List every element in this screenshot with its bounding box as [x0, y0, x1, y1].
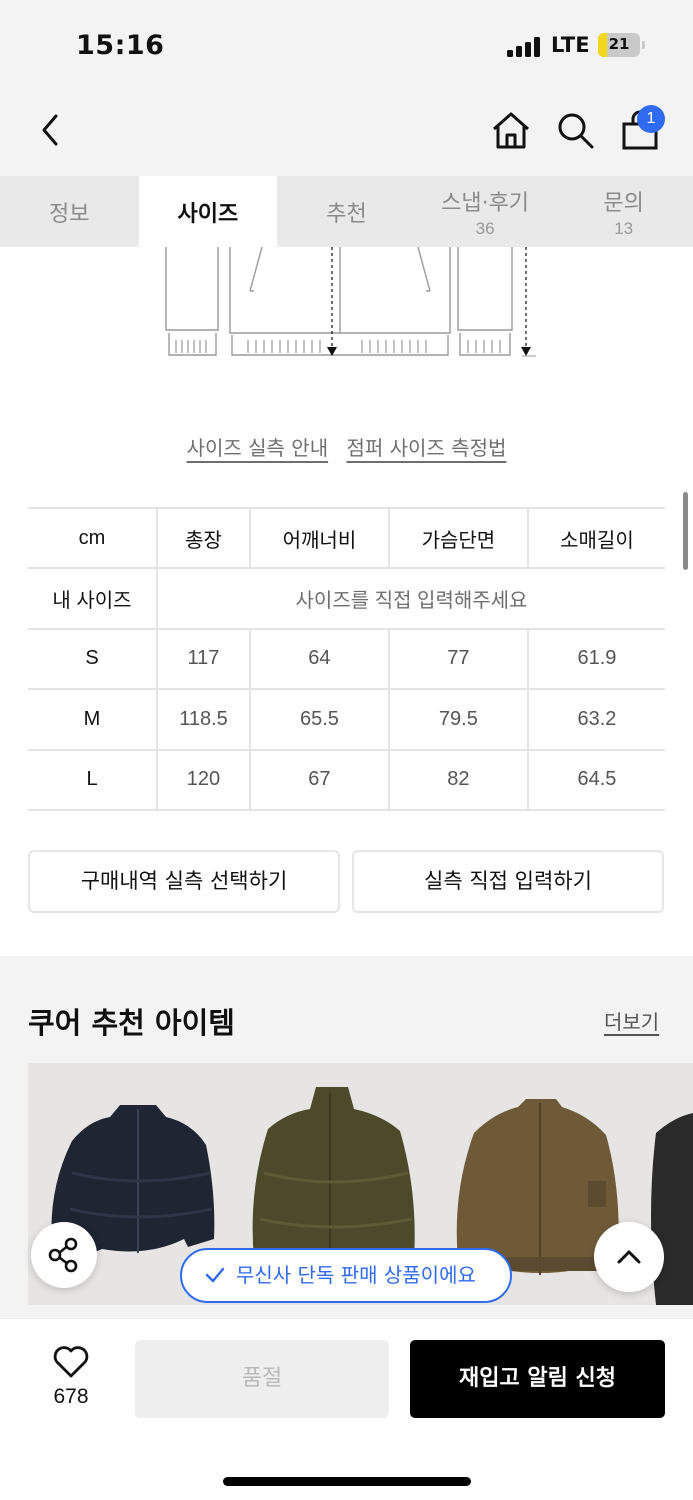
- scrollbar[interactable]: [683, 492, 688, 570]
- battery-percent: 21: [608, 35, 630, 53]
- table-row: S 117 64 77 61.9: [28, 628, 665, 691]
- search-icon[interactable]: [555, 110, 597, 152]
- check-icon: [205, 1267, 225, 1283]
- recommendation-title: 쿠어 추천 아이템: [28, 1006, 235, 1040]
- more-link[interactable]: 더보기: [604, 1006, 659, 1035]
- purchase-history-measure-button[interactable]: 구매내역 실측 선택하기: [28, 850, 340, 913]
- exclusive-text: 무신사 단독 판매 상품이에요: [236, 1263, 476, 1287]
- tab-recommend[interactable]: 추천: [277, 176, 416, 247]
- share-icon: [48, 1237, 78, 1273]
- tab-count: 13: [614, 218, 634, 238]
- table-cell: 67: [248, 749, 389, 811]
- tab-count: 36: [475, 218, 495, 238]
- jumper-measure-link[interactable]: 점퍼 사이즈 측정법: [346, 436, 506, 460]
- table-cell: 82: [387, 749, 528, 811]
- battery-nub: [642, 41, 645, 49]
- table-cell: 118.5: [156, 689, 250, 751]
- tab-label: 사이즈: [177, 201, 239, 227]
- table-header-cell: cm: [28, 506, 157, 570]
- table-cell: 64: [248, 628, 389, 691]
- chevron-up-icon: [617, 1250, 641, 1264]
- exclusive-badge: 무신사 단독 판매 상품이에요: [180, 1248, 512, 1303]
- size-guide-link[interactable]: 사이즈 실측 안내: [187, 436, 329, 460]
- table-header-cell: 어깨너비: [248, 506, 389, 570]
- table-row: M 118.5 65.5 79.5 63.2: [28, 689, 665, 751]
- size-label: L: [28, 749, 157, 811]
- table-cell: 77: [387, 628, 528, 691]
- tab-label: 추천: [326, 201, 367, 227]
- network-label: LTE: [551, 33, 590, 57]
- table-cell: 120: [156, 749, 250, 811]
- size-table: cm 총장 어깨너비 가슴단면 소매길이 내 사이즈 사이즈를 직접 입력해주세…: [28, 506, 665, 811]
- tab-label: 정보: [49, 201, 90, 227]
- cart-count-badge: 1: [637, 105, 665, 133]
- like-count: 678: [53, 1385, 89, 1408]
- scroll-to-top-button[interactable]: [594, 1222, 664, 1292]
- my-size-row[interactable]: 내 사이즈 사이즈를 직접 입력해주세요: [28, 568, 665, 630]
- back-icon[interactable]: [36, 112, 66, 148]
- direct-measure-input-button[interactable]: 실측 직접 입력하기: [352, 850, 664, 913]
- battery-icon: 21: [598, 33, 640, 57]
- table-header-cell: 소매길이: [526, 506, 665, 570]
- table-cell: 79.5: [387, 689, 528, 751]
- table-header-cell: 가슴단면: [387, 506, 528, 570]
- tab-label: 스냅·후기: [441, 190, 530, 216]
- soldout-button: 품절: [135, 1340, 389, 1418]
- size-diagram: [165, 247, 536, 357]
- table-cell: 63.2: [526, 689, 665, 751]
- share-button[interactable]: [31, 1222, 97, 1288]
- table-cell: 64.5: [526, 749, 665, 811]
- tab-bar: 정보 사이즈 추천 스냅·후기 36 문의 13: [0, 176, 693, 247]
- tab-label: 문의: [603, 190, 644, 216]
- tab-info[interactable]: 정보: [0, 176, 139, 247]
- table-cell: 61.9: [526, 628, 665, 691]
- tab-inquiry[interactable]: 문의 13: [554, 176, 693, 247]
- status-time: 15:16: [76, 30, 165, 61]
- tab-size[interactable]: 사이즈: [138, 176, 278, 247]
- restock-alert-button[interactable]: 재입고 알림 신청: [410, 1340, 665, 1418]
- home-icon[interactable]: [490, 109, 532, 151]
- my-size-input[interactable]: 사이즈를 직접 입력해주세요: [156, 568, 665, 630]
- size-guide-links: 사이즈 실측 안내 점퍼 사이즈 측정법: [0, 432, 693, 461]
- tab-snap-review[interactable]: 스냅·후기 36: [416, 176, 555, 247]
- table-header-row: cm 총장 어깨너비 가슴단면 소매길이: [28, 506, 665, 570]
- signal-icon: [507, 37, 541, 57]
- size-label: S: [28, 628, 157, 691]
- heart-icon[interactable]: [52, 1345, 90, 1379]
- table-cell: 117: [156, 628, 250, 691]
- my-size-label: 내 사이즈: [28, 568, 157, 630]
- table-cell: 65.5: [248, 689, 389, 751]
- home-indicator: [223, 1477, 471, 1486]
- table-row: L 120 67 82 64.5: [28, 749, 665, 811]
- product-image-khaki-down[interactable]: [252, 1087, 415, 1273]
- size-label: M: [28, 689, 157, 751]
- table-header-cell: 총장: [156, 506, 250, 570]
